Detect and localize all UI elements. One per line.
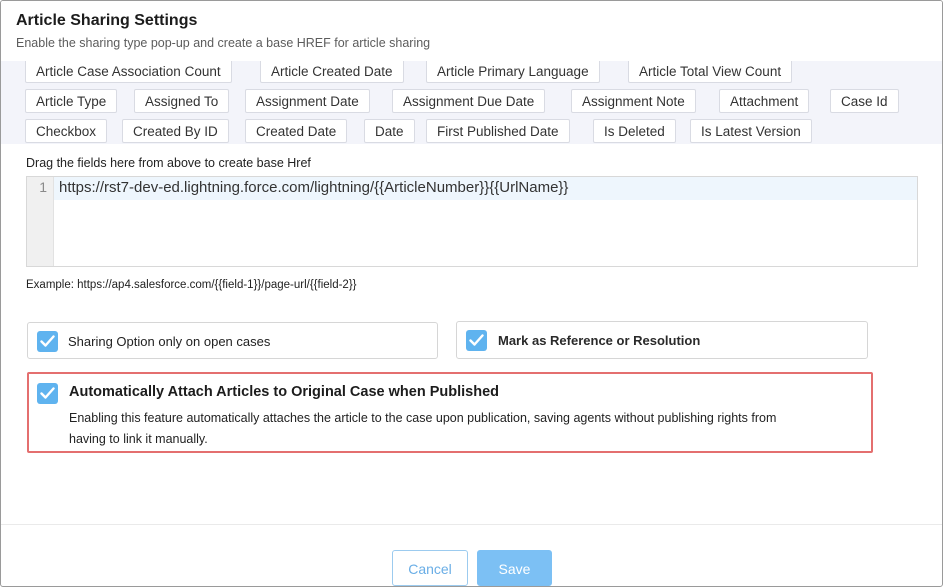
check-icon: [469, 334, 484, 346]
footer-divider: [1, 524, 942, 525]
field-chip[interactable]: Article Case Association Count: [25, 61, 232, 83]
field-chip[interactable]: Is Latest Version: [690, 119, 812, 143]
open-cases-option[interactable]: Sharing Option only on open cases: [27, 322, 438, 359]
editor-gutter: 1: [27, 177, 54, 266]
field-chip[interactable]: Assignment Date: [245, 89, 370, 113]
cancel-button[interactable]: Cancel: [392, 550, 468, 586]
line-number: 1: [39, 179, 47, 195]
field-chip[interactable]: Assigned To: [134, 89, 230, 113]
field-chip[interactable]: Article Total View Count: [628, 61, 793, 83]
field-chip[interactable]: Article Primary Language: [426, 61, 600, 83]
field-chip[interactable]: Article Created Date: [260, 61, 404, 83]
href-value[interactable]: https://rst7-dev-ed.lightning.force.com/…: [59, 179, 568, 196]
field-chip[interactable]: First Published Date: [426, 119, 570, 143]
dialog-header: Article Sharing Settings Enable the shar…: [1, 1, 942, 61]
available-fields-panel[interactable]: Article Case Association Count Article C…: [1, 61, 942, 144]
reference-checkbox[interactable]: [466, 330, 487, 351]
href-code-editor[interactable]: 1 https://rst7-dev-ed.lightning.force.co…: [26, 176, 918, 267]
field-chip[interactable]: Date: [364, 119, 415, 143]
auto-attach-checkbox[interactable]: [37, 383, 58, 404]
open-cases-label: Sharing Option only on open cases: [68, 334, 271, 349]
field-chip[interactable]: Attachment: [719, 89, 810, 113]
href-editor-label: Drag the fields here from above to creat…: [26, 156, 311, 170]
save-button[interactable]: Save: [477, 550, 552, 586]
field-chip[interactable]: Created By ID: [122, 119, 229, 143]
field-chip[interactable]: Created Date: [245, 119, 348, 143]
auto-attach-description: Enabling this feature automatically atta…: [69, 411, 777, 446]
field-chip[interactable]: Case Id: [830, 89, 899, 113]
auto-attach-option[interactable]: Automatically Attach Articles to Origina…: [27, 372, 873, 453]
field-chip[interactable]: Checkbox: [25, 119, 108, 143]
check-icon: [40, 335, 55, 347]
reference-option[interactable]: Mark as Reference or Resolution: [456, 321, 868, 359]
reference-label: Mark as Reference or Resolution: [498, 333, 701, 348]
auto-attach-title: Automatically Attach Articles to Origina…: [69, 384, 499, 400]
open-cases-checkbox[interactable]: [37, 331, 58, 352]
field-chip[interactable]: Article Type: [25, 89, 118, 113]
field-chip[interactable]: Assignment Note: [571, 89, 696, 113]
href-example-text: Example: https://ap4.salesforce.com/{{fi…: [26, 279, 357, 291]
dialog-title: Article Sharing Settings: [16, 12, 198, 29]
dialog-subtitle: Enable the sharing type pop-up and creat…: [16, 36, 431, 50]
field-chip[interactable]: Assignment Due Date: [392, 89, 546, 113]
field-chip[interactable]: Is Deleted: [593, 119, 676, 143]
check-icon: [40, 387, 55, 399]
article-sharing-settings-dialog: Article Sharing Settings Enable the shar…: [0, 0, 943, 587]
